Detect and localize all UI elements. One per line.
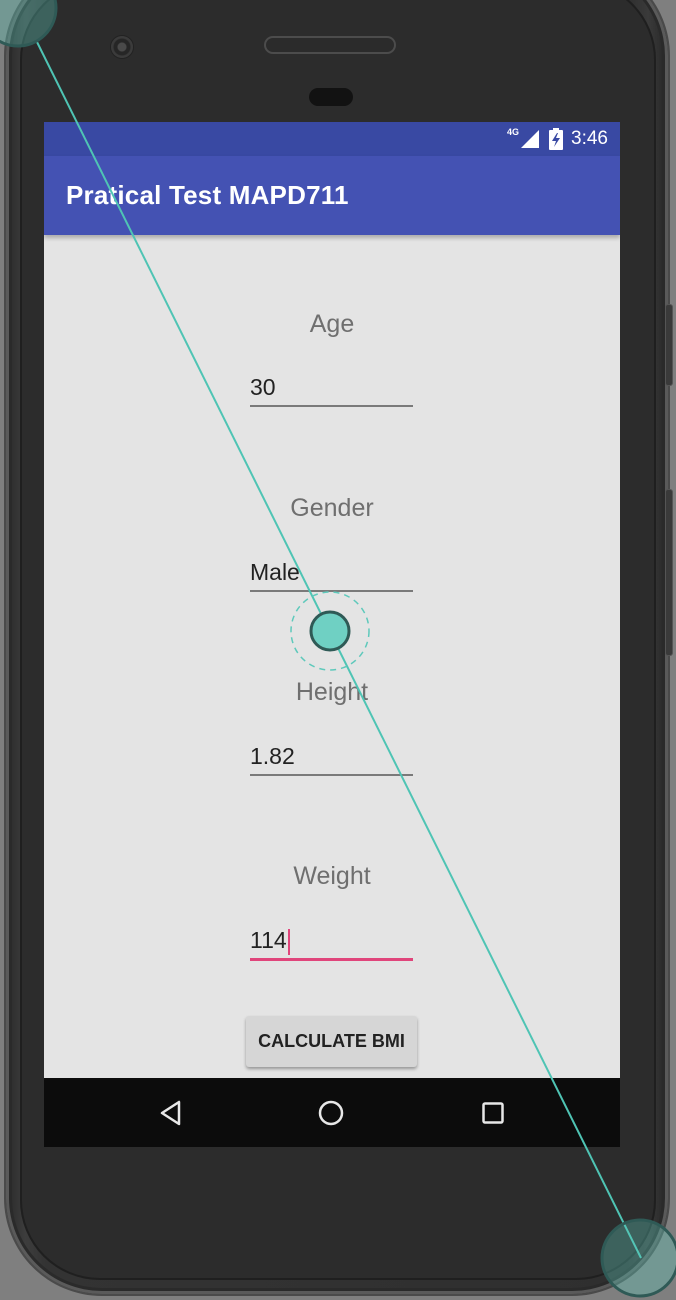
weight-label: Weight	[293, 862, 371, 890]
volume-rocker	[666, 490, 672, 655]
text-cursor	[287, 929, 290, 955]
age-input[interactable]: 30	[250, 371, 413, 407]
weight-input[interactable]: 114	[250, 925, 413, 961]
front-camera-icon	[111, 36, 133, 58]
power-button	[666, 305, 672, 385]
battery-charging-icon	[549, 128, 564, 150]
home-button[interactable]	[314, 1096, 348, 1130]
status-indicators: 4G 3:46	[507, 127, 608, 150]
calculate-bmi-button[interactable]: CALCULATE BMI	[246, 1016, 417, 1067]
app-toolbar: Pratical Test MAPD711	[44, 156, 620, 235]
system-nav-bar	[44, 1078, 620, 1147]
height-input-value: 1.82	[250, 743, 295, 769]
gender-input[interactable]: Male	[250, 556, 413, 592]
recents-button[interactable]	[476, 1096, 510, 1130]
device-screen: 4G 3:46 Pratical Test MAPD711 Age 30 Gen…	[44, 122, 620, 1147]
network-type-label: 4G	[507, 127, 520, 137]
recents-square-icon	[482, 1102, 504, 1124]
back-triangle-icon	[160, 1100, 181, 1126]
app-title: Pratical Test MAPD711	[66, 180, 349, 210]
clock-time: 3:46	[571, 128, 608, 149]
proximity-sensor	[309, 88, 353, 106]
age-input-value: 30	[250, 374, 276, 400]
status-bar: 4G 3:46	[44, 122, 620, 156]
height-label: Height	[295, 678, 369, 706]
earpiece-speaker	[266, 38, 394, 52]
home-circle-icon	[318, 1100, 344, 1126]
gender-input-value: Male	[250, 559, 300, 585]
age-label: Age	[309, 310, 355, 338]
emulator-stage: 4G 3:46 Pratical Test MAPD711 Age 30 Gen…	[0, 0, 676, 1300]
signal-icon	[521, 130, 540, 148]
weight-input-value: 114	[250, 927, 287, 953]
back-button[interactable]	[154, 1096, 188, 1130]
height-input[interactable]: 1.82	[250, 740, 413, 776]
gender-label: Gender	[290, 494, 374, 522]
signal-indicator: 4G	[507, 127, 541, 149]
